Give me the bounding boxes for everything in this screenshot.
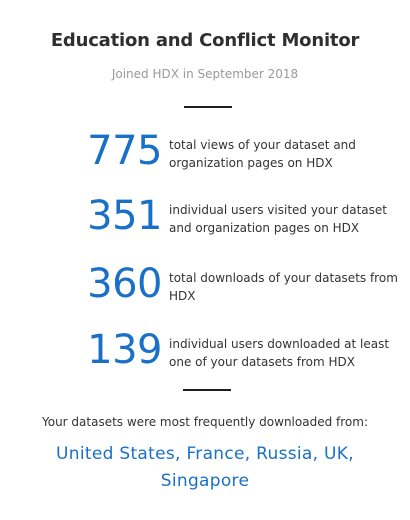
download-locations-label: Your datasets were most frequently downl… xyxy=(42,415,368,429)
stat-total-downloads: 360 total downloads of your datasets fro… xyxy=(0,261,410,311)
stat-total-views: 775 total views of your dataset and orga… xyxy=(0,128,410,178)
stat-description: individual users downloaded at least one… xyxy=(169,337,390,369)
stat-unique-downloaders: 139 individual users downloaded at least… xyxy=(0,327,410,377)
stat-unique-visitors: 351 individual users visited your datase… xyxy=(0,193,410,243)
download-locations-list: United States, France, Russia, UK, Singa… xyxy=(56,444,354,491)
page-title: Education and Conflict Monitor xyxy=(50,30,360,51)
stat-value: 351 xyxy=(87,193,162,239)
bottom-divider xyxy=(183,389,231,391)
stat-value: 360 xyxy=(87,261,162,307)
top-divider xyxy=(184,106,232,108)
stat-value: 775 xyxy=(87,128,162,174)
stat-description: total downloads of your datasets from HD… xyxy=(169,271,398,303)
stat-value: 139 xyxy=(87,327,162,373)
stat-description: individual users visited your dataset an… xyxy=(169,203,387,235)
stat-description: total views of your dataset and organiza… xyxy=(169,138,356,170)
joined-date: Joined HDX in September 2018 xyxy=(111,67,299,81)
